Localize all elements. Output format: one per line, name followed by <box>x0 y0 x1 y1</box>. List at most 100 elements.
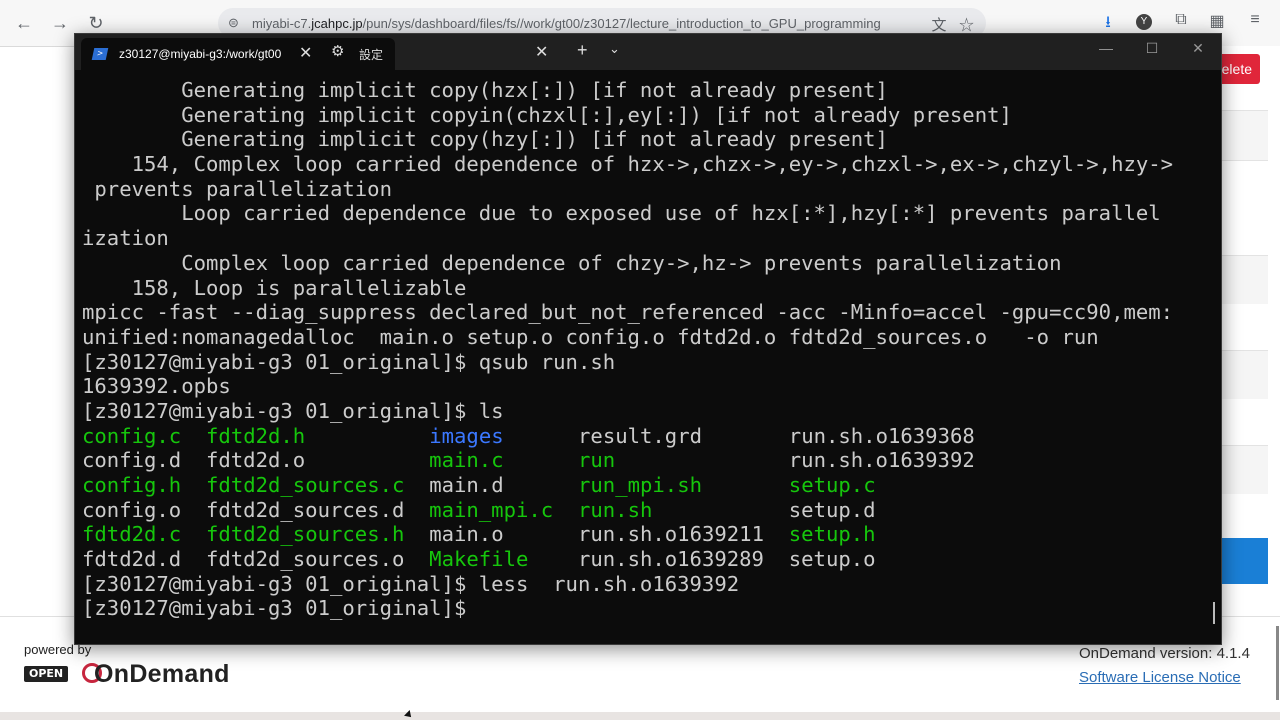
file-name-green: setup.h <box>788 522 876 547</box>
file-name-green: run <box>577 448 616 473</box>
file-name-green: setup.c <box>788 473 876 497</box>
license-link[interactable]: Software License Notice <box>1079 669 1241 686</box>
terminal-line: Generating implicit copy(hzx[:]) [if not… <box>82 78 1212 103</box>
file-name-green: main_mpi.c <box>429 497 554 522</box>
terminal-tab[interactable]: > z30127@miyabi-g3:/work/gt00 ✕ <box>81 38 395 70</box>
terminal-line: [z30127@miyabi-g3 01_original]$ less run… <box>82 572 1212 597</box>
address-bar-actions: 文 ☆ <box>931 14 974 35</box>
terminal-text: main.o run.sh.o1639211 <box>404 522 789 547</box>
menu-icon[interactable]: ≡ <box>1244 11 1266 29</box>
terminal-text: Loop carried dependence due to exposed u… <box>82 201 1161 226</box>
terminal-text: setup.d <box>652 497 876 522</box>
bookmark-star-icon[interactable]: ☆ <box>959 17 974 34</box>
terminal-line: fdtd2d.c fdtd2d_sources.h main.o run.sh.… <box>82 522 1212 547</box>
terminal-text: unified:nomanagedalloc main.o setup.o co… <box>82 324 1099 349</box>
terminal-text: Generating implicit copy(hzy[:]) [if not… <box>82 127 888 152</box>
terminal-line: ization <box>82 226 1212 251</box>
terminal-text: Complex loop carried dependence of chzy-… <box>82 250 1062 275</box>
maximize-icon[interactable]: ☐ <box>1137 40 1167 57</box>
terminal-text: config.o fdtd2d_sources.d <box>82 497 430 522</box>
terminal-output[interactable]: Generating implicit copy(hzx[:]) [if not… <box>82 78 1212 638</box>
terminal-line: config.o fdtd2d_sources.d main_mpi.c run… <box>82 498 1212 523</box>
file-row[interactable] <box>1220 255 1268 304</box>
terminal-line: Loop carried dependence due to exposed u… <box>82 201 1212 226</box>
file-name-green: run_mpi.sh <box>578 473 702 497</box>
terminal-text: 1639392.opbs <box>82 374 231 399</box>
file-name-green: fdtd2d_sources.h <box>206 522 405 547</box>
primary-action-button[interactable] <box>1220 538 1268 584</box>
terminal-line: fdtd2d.d fdtd2d_sources.o Makefile run.s… <box>82 547 1212 572</box>
gear-icon[interactable]: ⚙ <box>331 42 344 60</box>
window-close-icon[interactable]: ✕ <box>1183 40 1213 57</box>
qr-code-icon[interactable]: ▦ <box>1206 11 1228 31</box>
terminal-window[interactable]: > z30127@miyabi-g3:/work/gt00 ✕ ⚙ 設定 ✕ +… <box>74 33 1222 645</box>
terminal-text: [z30127@miyabi-g3 01_original]$ ls <box>82 398 504 423</box>
terminal-line: 1639392.opbs <box>82 374 1212 399</box>
terminal-line: config.h fdtd2d_sources.c main.d run_mpi… <box>82 473 1212 498</box>
file-row[interactable] <box>1220 110 1268 161</box>
terminal-line: Complex loop carried dependence of chzy-… <box>82 251 1212 276</box>
file-name-blue: images <box>429 423 504 448</box>
terminal-line: config.d fdtd2d.o main.c run run.sh.o163… <box>82 448 1212 473</box>
terminal-text: ization <box>82 226 169 251</box>
file-name-green: config.c <box>82 423 182 448</box>
back-icon[interactable]: ← <box>12 11 36 35</box>
extensions-icon[interactable]: ⧉ <box>1170 11 1192 29</box>
terminal-line: Generating implicit copy(hzy[:]) [if not… <box>82 127 1212 152</box>
terminal-text: [z30127@miyabi-g3 01_original]$ less run… <box>82 571 740 596</box>
file-name-green: fdtd2d.c <box>82 522 182 547</box>
file-row[interactable] <box>1220 160 1268 209</box>
settings-tab-title[interactable]: 設定 <box>359 46 383 63</box>
terminal-text: 158, Loop is parallelizable <box>82 275 467 300</box>
terminal-line: [z30127@miyabi-g3 01_original]$ qsub run… <box>82 350 1212 375</box>
forward-icon[interactable]: → <box>48 11 72 35</box>
file-name-green: fdtd2d_sources.c <box>206 473 405 497</box>
url-prefix: miyabi-c7. <box>252 16 312 31</box>
file-row[interactable] <box>1220 445 1268 494</box>
terminal-text: Generating implicit copy(hzx[:]) [if not… <box>82 78 888 102</box>
terminal-line: [z30127@miyabi-g3 01_original]$ ls <box>82 399 1212 424</box>
chevron-down-icon[interactable]: ⌄ <box>609 41 620 57</box>
logo-ondemand: OnDemand <box>94 660 230 688</box>
new-tab-plus-icon[interactable]: + <box>577 40 588 61</box>
terminal-text: config.d fdtd2d.o <box>82 448 430 473</box>
ondemand-logo: OPEN OnDemand <box>24 660 254 690</box>
translate-icon[interactable]: 文 <box>931 17 946 34</box>
terminal-line: unified:nomanagedalloc main.o setup.o co… <box>82 325 1212 350</box>
file-row[interactable] <box>1220 350 1268 399</box>
terminal-text: mpicc -fast --diag_suppress declared_but… <box>82 300 1174 325</box>
terminal-tab-title: z30127@miyabi-g3:/work/gt00 <box>119 47 282 61</box>
file-name-green: run.sh <box>577 497 653 522</box>
site-info-icon[interactable]: ⊜ <box>228 15 239 31</box>
terminal-text: run.sh.o1639392 <box>615 448 975 473</box>
url-path: /pun/sys/dashboard/files/fs//work/gt00/z… <box>362 16 881 31</box>
terminal-text: main.d <box>404 473 578 497</box>
terminal-line: 158, Loop is parallelizable <box>82 276 1212 301</box>
reload-icon[interactable]: ↻ <box>84 11 108 35</box>
terminal-line: Generating implicit copyin(chzxl[:],ey[:… <box>82 103 1212 128</box>
terminal-text: result.grd run.sh.o1639368 <box>503 423 975 448</box>
close-icon[interactable]: ✕ <box>299 43 312 63</box>
powershell-icon: > <box>91 48 109 60</box>
url-text[interactable]: miyabi-c7.jcahpc.jp/pun/sys/dashboard/fi… <box>252 16 912 31</box>
terminal-text: Generating implicit copyin(chzxl[:],ey[:… <box>82 102 1012 127</box>
terminal-line: 154, Complex loop carried dependence of … <box>82 152 1212 177</box>
terminal-text: [z30127@miyabi-g3 01_original]$ qsub run… <box>82 349 616 374</box>
terminal-scrollbar[interactable] <box>1213 602 1215 624</box>
minimize-icon[interactable]: — <box>1091 40 1121 56</box>
file-name-green: Makefile <box>429 547 529 572</box>
terminal-titlebar[interactable]: > z30127@miyabi-g3:/work/gt00 ✕ ⚙ 設定 ✕ +… <box>75 34 1221 70</box>
terminal-text: 154, Complex loop carried dependence of … <box>82 152 1174 177</box>
close-icon[interactable]: ✕ <box>535 42 548 62</box>
terminal-line: config.c fdtd2d.h images result.grd run.… <box>82 424 1212 449</box>
page-scrollbar[interactable] <box>1276 626 1279 700</box>
terminal-text: run.sh.o1639289 setup.o <box>528 547 876 572</box>
terminal-line: [z30127@miyabi-g3 01_original]$ <box>82 596 1212 621</box>
profile-avatar-icon[interactable]: Y <box>1136 14 1152 30</box>
